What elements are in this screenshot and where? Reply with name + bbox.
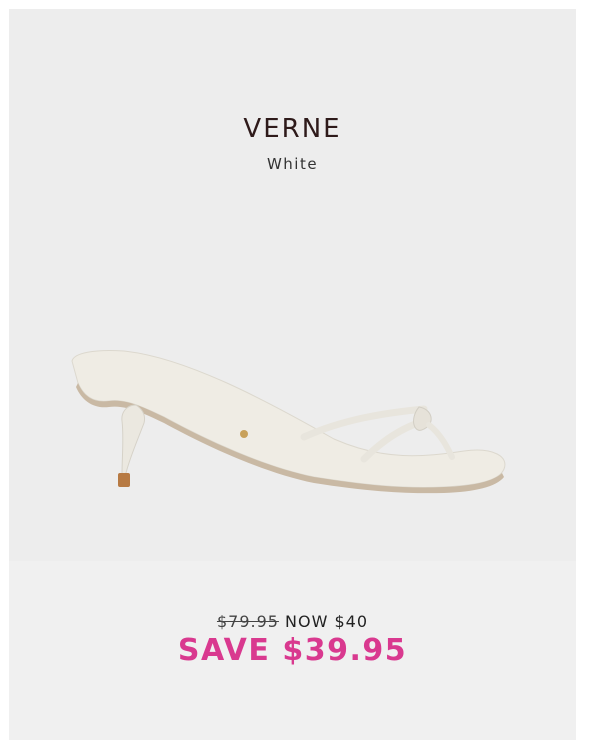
white-kitten-heel-sandal-icon[interactable]	[64, 339, 514, 509]
product-card[interactable]: VERNE White $79.95 NOW $40 SAVE $39.95	[9, 9, 576, 740]
savings-text: SAVE $39.95	[177, 633, 408, 668]
product-color: White	[266, 155, 319, 173]
product-name: VERNE	[243, 114, 342, 144]
original-price: $79.95	[216, 612, 279, 631]
sale-price: NOW $40	[285, 612, 369, 631]
price-line: $79.95 NOW $40	[9, 612, 576, 631]
product-image-area[interactable]: VERNE White	[9, 9, 576, 561]
